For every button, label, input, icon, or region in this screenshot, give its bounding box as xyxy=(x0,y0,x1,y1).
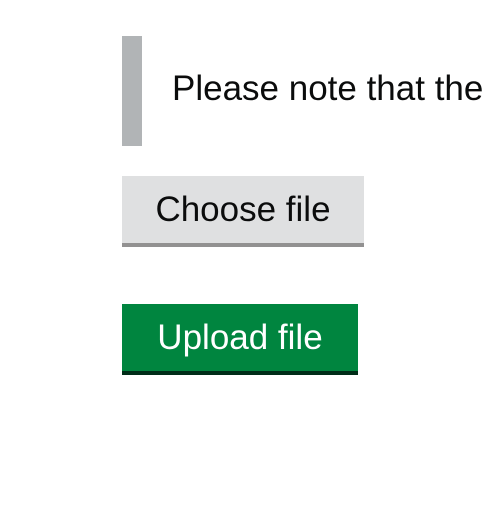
inset-text-body: Please note that the xyxy=(172,69,484,108)
upload-file-button[interactable]: Upload file xyxy=(122,304,358,371)
inset-text-notice: Please note that the xyxy=(122,36,502,146)
choose-file-button[interactable]: Choose file xyxy=(122,176,364,243)
